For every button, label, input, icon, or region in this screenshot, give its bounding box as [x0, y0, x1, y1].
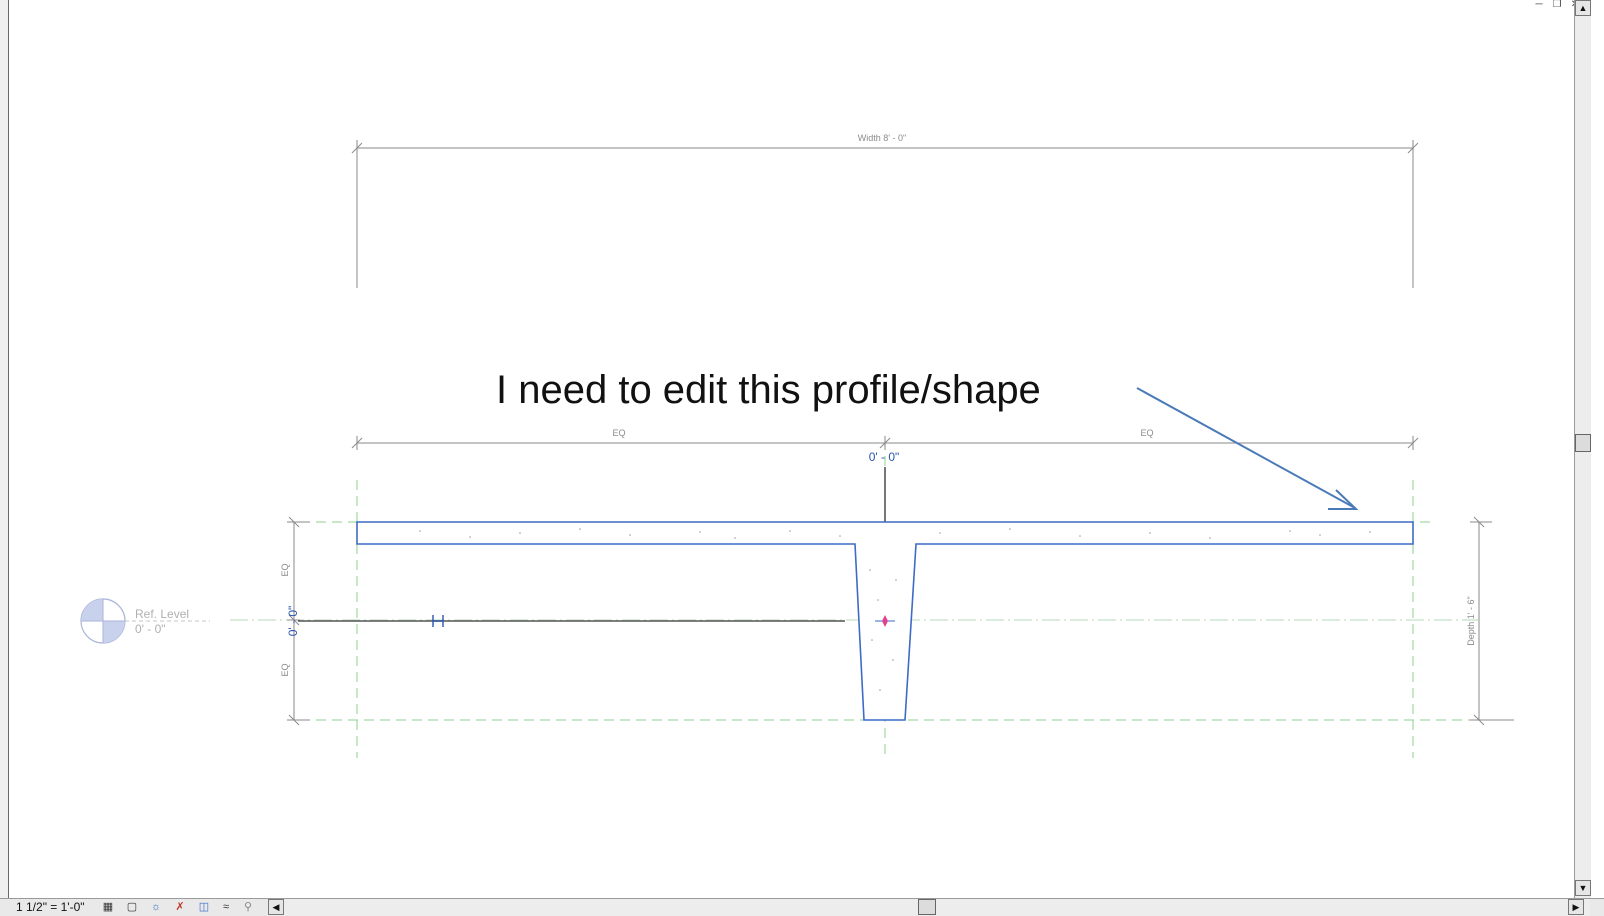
minimize-icon[interactable]: ─	[1532, 0, 1546, 11]
restore-icon[interactable]: ❐	[1550, 0, 1564, 11]
show-crop-icon[interactable]: ≈	[218, 901, 234, 914]
scroll-right-button[interactable]: ▶	[1568, 899, 1584, 915]
depth-dimension[interactable]	[1470, 516, 1514, 726]
temporary-dimension-ticks	[432, 596, 892, 627]
horizontal-scrollbar[interactable]: ◀ ▶	[268, 899, 1590, 916]
eq-vertical-label-bottom[interactable]: EQ	[280, 663, 290, 676]
eq-horizontal-dimension[interactable]	[351, 436, 1419, 450]
depth-dimension-label[interactable]: Depth 1' - 6"	[1466, 596, 1476, 645]
eq-vertical-label-top[interactable]: EQ	[280, 563, 290, 576]
reference-planes	[230, 440, 1478, 760]
visual-style-icon[interactable]: ▢	[124, 901, 140, 914]
width-dimension[interactable]	[351, 140, 1419, 288]
shadows-icon[interactable]: ✗	[172, 901, 188, 914]
width-dimension-label[interactable]: Width 8' - 0"	[858, 133, 906, 143]
annotation-arrow	[1136, 387, 1359, 510]
vertical-scrollbar[interactable]: ▲ ▼	[1574, 0, 1591, 898]
family-editor-canvas[interactable]: Width 8' - 0" EQ EQ EQ EQ Depth 1' - 6"	[0, 0, 1604, 916]
temporary-hide-icon[interactable]: ⚲	[240, 901, 256, 914]
view-scale[interactable]: 1 1/2" = 1'-0"	[16, 900, 85, 914]
sun-path-icon[interactable]: ☼	[148, 901, 164, 914]
temp-dimension-vertical-value[interactable]: 0' - 0"	[286, 606, 300, 637]
annotation-text: I need to edit this profile/shape	[496, 368, 1041, 412]
scroll-up-button[interactable]: ▲	[1575, 0, 1591, 16]
temp-dimension-horizontal-value[interactable]: 0' - 0"	[869, 450, 900, 464]
eq-label-right[interactable]: EQ	[1140, 428, 1153, 438]
ref-level-elevation[interactable]: 0' - 0"	[135, 622, 166, 636]
vertical-scroll-thumb[interactable]	[1575, 434, 1591, 452]
eq-label-left[interactable]: EQ	[612, 428, 625, 438]
horizontal-scroll-thumb[interactable]	[918, 899, 936, 915]
scroll-left-button[interactable]: ◀	[268, 899, 284, 915]
ref-level-name[interactable]: Ref. Level	[135, 607, 189, 621]
view-control-bar: 1 1/2" = 1'-0" ▦ ▢ ☼ ✗ ◫ ≈ ⚲ ◀ ▶	[0, 898, 1604, 916]
crop-view-icon[interactable]: ◫	[196, 901, 212, 914]
detail-level-icon[interactable]: ▦	[100, 901, 116, 914]
ref-level-symbol[interactable]	[80, 598, 210, 644]
scroll-down-button[interactable]: ▼	[1575, 880, 1591, 896]
